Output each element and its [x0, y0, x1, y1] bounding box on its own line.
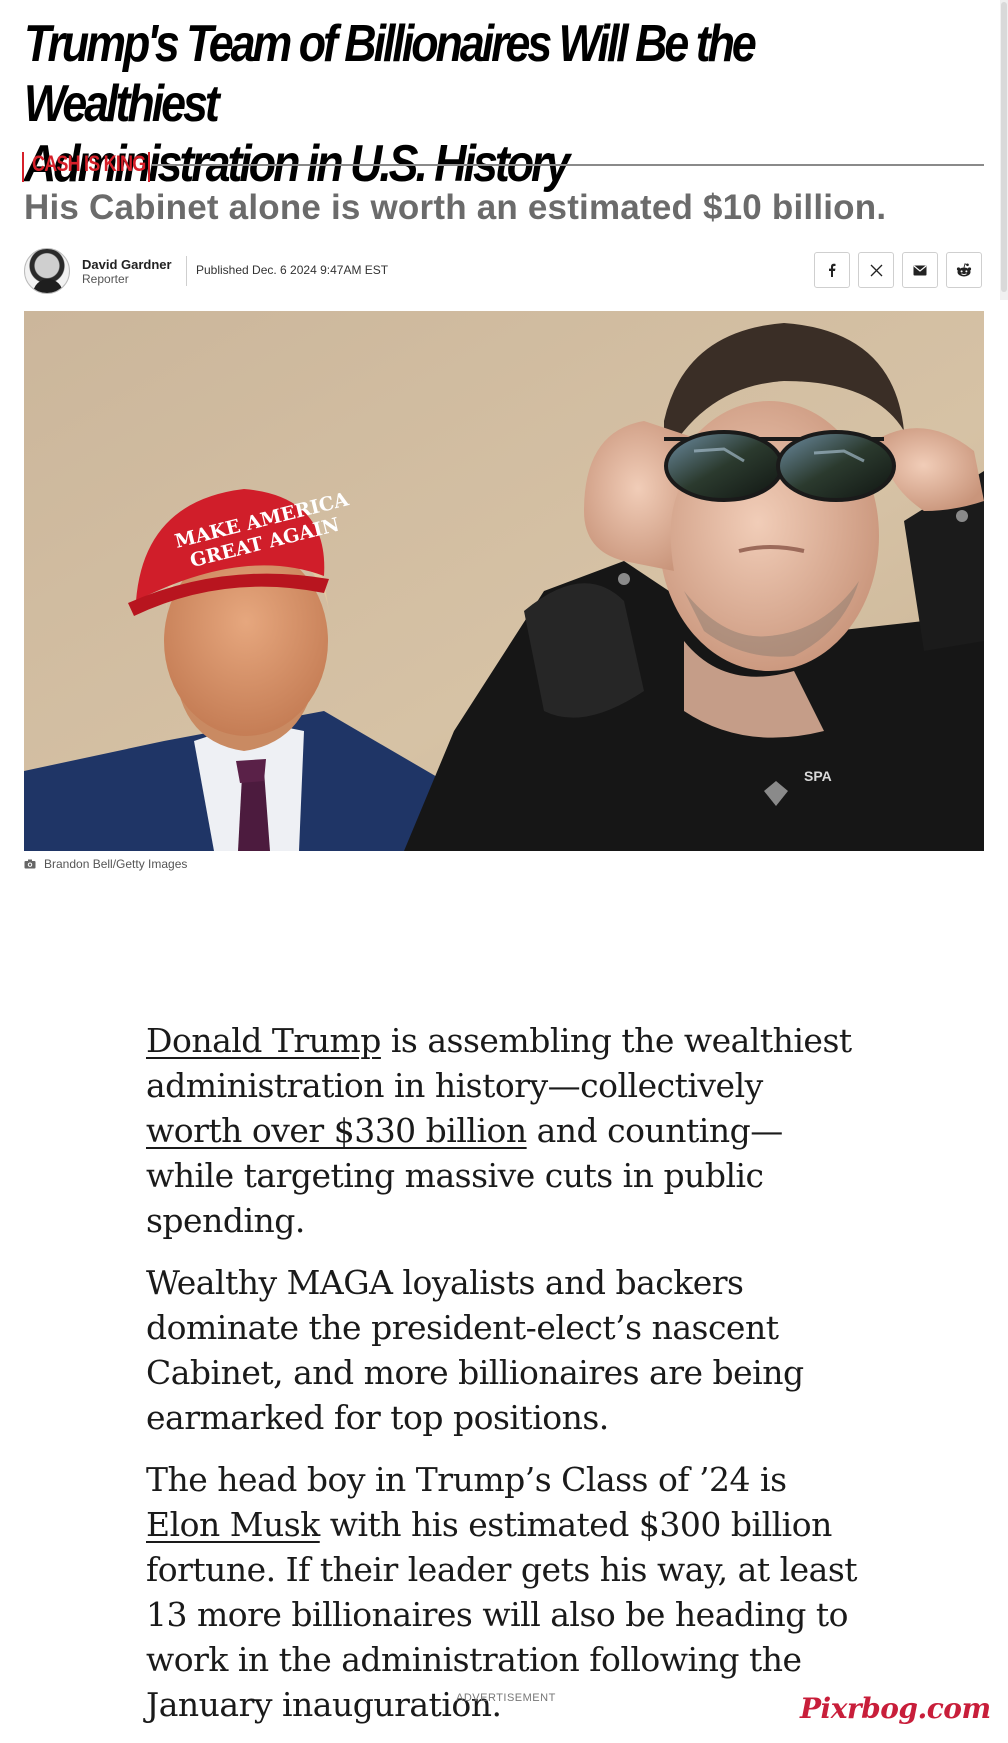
photo-credit: Brandon Bell/Getty Images [44, 857, 188, 871]
elon-musk-link[interactable]: Elon Musk [146, 1505, 320, 1544]
headline-line-1: Trump's Team of Billionaires Will Be the… [24, 15, 757, 133]
x-icon [870, 264, 882, 276]
shirt-logo: SPA [804, 768, 832, 784]
byline-divider [186, 256, 187, 286]
byline: David Gardner Reporter Published Dec. 6 … [24, 248, 986, 294]
author-role: Reporter [82, 272, 129, 286]
donald-trump-link[interactable]: Donald Trump [146, 1021, 381, 1060]
author-avatar[interactable] [24, 248, 70, 294]
subheadline: His Cabinet alone is worth an estimated … [24, 188, 887, 227]
kicker-bar-left [22, 152, 24, 182]
hero-image: MAKE AMERICA GREAT AGAIN SPA [24, 311, 984, 851]
published-timestamp: Published Dec. 6 2024 9:47AM EST [196, 263, 389, 277]
watermark: Pixrbog.com [800, 1692, 991, 1725]
author-name[interactable]: David Gardner [82, 257, 172, 272]
reddit-icon [956, 263, 972, 277]
paragraph-2: Wealthy MAGA loyalists and backers domin… [146, 1263, 804, 1437]
kicker-link[interactable]: CASH IS KING [32, 151, 146, 177]
share-x-button[interactable] [858, 252, 894, 288]
facebook-icon [829, 263, 836, 277]
article-body: Donald Trump is assembling the wealthies… [146, 1018, 866, 1743]
share-reddit-button[interactable] [946, 252, 982, 288]
share-email-button[interactable] [902, 252, 938, 288]
hero-photo: MAKE AMERICA GREAT AGAIN SPA [24, 311, 984, 851]
photo-caption: Brandon Bell/Getty Images [24, 856, 187, 872]
kicker-divider [152, 164, 984, 166]
scrollbar-thumb[interactable] [1001, 2, 1007, 292]
paragraph-3-text-1: The head boy in Trump’s Class of ’24 is [146, 1460, 787, 1499]
scrollbar-track[interactable] [1000, 0, 1008, 300]
worth-link[interactable]: worth over $330 billion [146, 1111, 527, 1150]
email-icon [913, 265, 927, 275]
paragraph-1: Donald Trump is assembling the wealthies… [146, 1018, 866, 1243]
kicker-bar-right [148, 152, 150, 182]
camera-icon [24, 859, 36, 869]
advertisement-label: ADVERTISEMENT [456, 1692, 556, 1704]
share-facebook-button[interactable] [814, 252, 850, 288]
kicker-row: CASH IS KING [22, 148, 984, 184]
paragraph-3: The head boy in Trump’s Class of ’24 is … [146, 1457, 866, 1727]
